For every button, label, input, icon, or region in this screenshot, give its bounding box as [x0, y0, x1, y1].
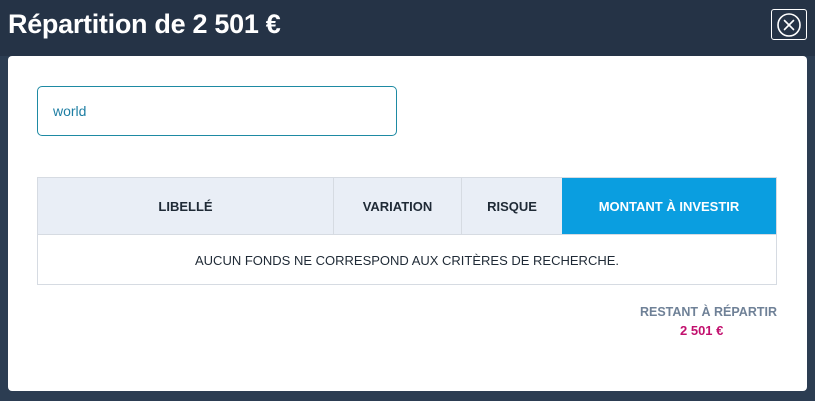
- search-input[interactable]: [37, 86, 397, 136]
- column-header-montant[interactable]: MONTANT À INVESTIR: [562, 178, 776, 234]
- column-header-variation[interactable]: VARIATION: [334, 178, 462, 234]
- column-header-libelle[interactable]: LIBELLÉ: [38, 178, 334, 234]
- empty-results-message: AUCUN FONDS NE CORRESPOND AUX CRITÈRES D…: [195, 252, 619, 268]
- table-header: LIBELLÉ VARIATION RISQUE MONTANT À INVES…: [38, 178, 776, 235]
- column-header-risque[interactable]: RISQUE: [462, 178, 562, 234]
- modal-body: LIBELLÉ VARIATION RISQUE MONTANT À INVES…: [8, 56, 807, 391]
- modal-header: Répartition de 2 501 €: [0, 0, 815, 56]
- funds-table: LIBELLÉ VARIATION RISQUE MONTANT À INVES…: [37, 177, 777, 285]
- modal-title: Répartition de 2 501 €: [8, 9, 281, 39]
- remaining-label: RESTANT À RÉPARTIR: [639, 305, 777, 319]
- close-button[interactable]: [771, 9, 807, 40]
- remaining-amount: 2 501 €: [680, 323, 724, 338]
- close-circle-icon: [776, 12, 802, 38]
